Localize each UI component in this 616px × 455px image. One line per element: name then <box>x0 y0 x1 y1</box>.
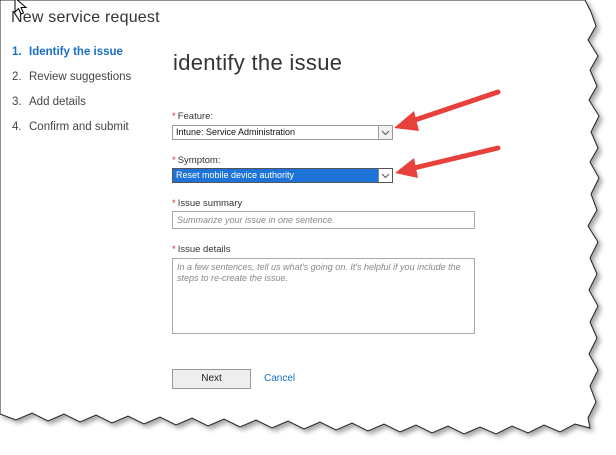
annotation-arrows <box>394 89 501 178</box>
red-arrow-feature <box>394 89 501 131</box>
red-arrow-symptom <box>395 145 501 178</box>
